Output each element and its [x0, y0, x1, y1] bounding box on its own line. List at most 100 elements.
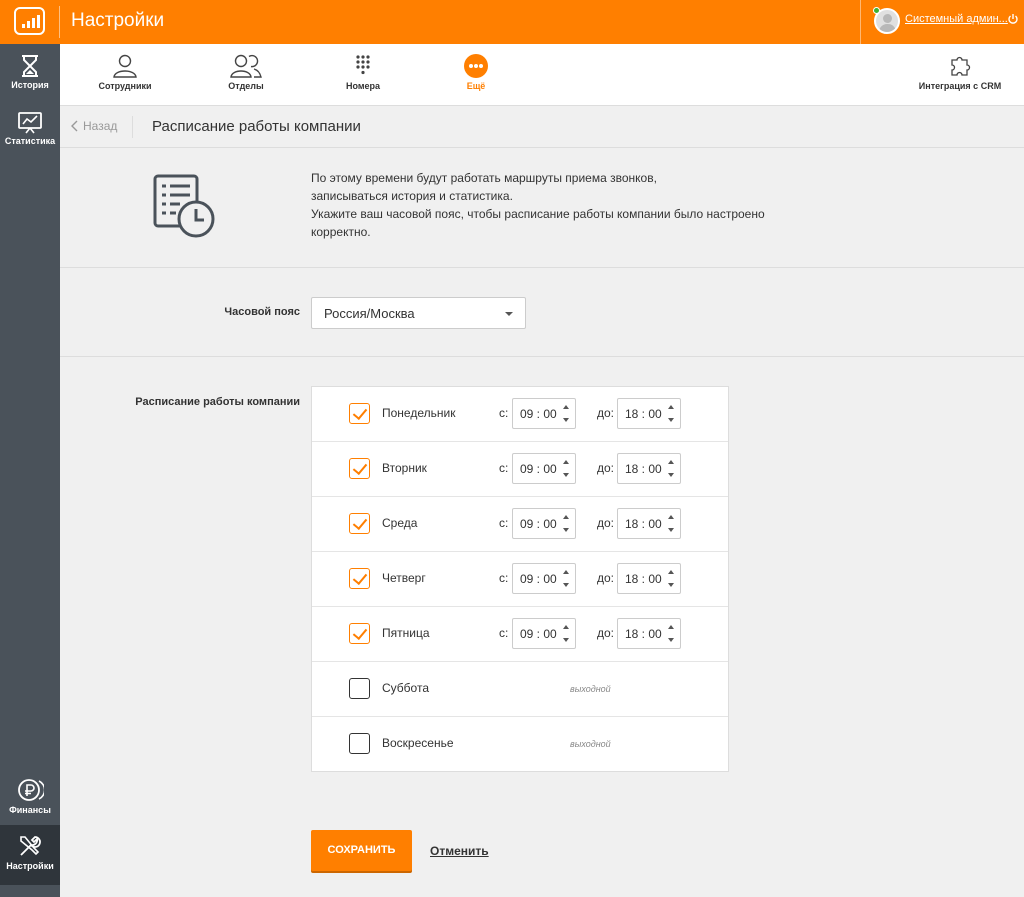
- tab-crm-integration[interactable]: Интеграция с CRM: [910, 44, 1010, 106]
- sidebar-item-statistics[interactable]: Статистика: [0, 102, 60, 158]
- increment-icon[interactable]: [668, 570, 674, 574]
- online-status-icon: [873, 7, 880, 14]
- intro-line: Укажите ваш часовой пояс, чтобы расписан…: [311, 207, 765, 221]
- decrement-icon[interactable]: [563, 473, 569, 477]
- decrement-icon[interactable]: [668, 638, 674, 642]
- from-label: с:: [499, 461, 509, 475]
- sidebar-item-label: История: [11, 80, 49, 90]
- tab-employees[interactable]: Сотрудники: [75, 44, 175, 106]
- day-row-tuesday: Вторник с: 09 : 00 до: 18 : 00: [312, 442, 728, 497]
- increment-icon[interactable]: [563, 405, 569, 409]
- user-menu[interactable]: Системный админ...: [860, 0, 1024, 44]
- schedule-label: Расписание работы компании: [135, 396, 300, 408]
- day-row-saturday: Суббота выходной: [312, 662, 728, 717]
- day-row-thursday: Четверг с: 09 : 00 до: 18 : 00: [312, 552, 728, 607]
- breadcrumb: Назад Расписание работы компании: [60, 106, 1024, 148]
- time-value: 09 : 00: [520, 627, 557, 641]
- time-from-input[interactable]: 09 : 00: [512, 398, 576, 429]
- puzzle-icon: [951, 56, 971, 76]
- day-off-label: выходной: [570, 684, 611, 694]
- hourglass-icon: [22, 55, 38, 77]
- time-value: 18 : 00: [625, 627, 662, 641]
- day-checkbox[interactable]: [349, 403, 370, 424]
- timezone-label: Часовой пояс: [224, 306, 300, 318]
- from-label: с:: [499, 626, 509, 640]
- decrement-icon[interactable]: [668, 528, 674, 532]
- increment-icon[interactable]: [668, 625, 674, 629]
- day-row-sunday: Воскресенье выходной: [312, 717, 728, 772]
- presentation-chart-icon: [18, 112, 42, 134]
- cancel-link[interactable]: Отменить: [430, 844, 489, 858]
- day-name: Четверг: [382, 571, 426, 585]
- app-logo-icon[interactable]: [14, 7, 45, 35]
- decrement-icon[interactable]: [563, 638, 569, 642]
- time-to-input[interactable]: 18 : 00: [617, 453, 681, 484]
- divider: [132, 116, 133, 138]
- time-from-input[interactable]: 09 : 00: [512, 453, 576, 484]
- increment-icon[interactable]: [563, 570, 569, 574]
- intro-line: корректно.: [311, 225, 371, 239]
- sidebar-item-settings[interactable]: Настройки: [0, 825, 60, 885]
- sidebar-item-finance[interactable]: Финансы: [0, 769, 60, 825]
- time-value: 18 : 00: [625, 407, 662, 421]
- power-icon[interactable]: [1007, 13, 1019, 25]
- timezone-select[interactable]: Россия/Москва: [311, 297, 526, 329]
- day-row-monday: Понедельник с: 09 : 00 до: 18 : 00: [312, 387, 728, 442]
- decrement-icon[interactable]: [668, 473, 674, 477]
- tab-label: Ещё: [466, 81, 486, 91]
- time-value: 18 : 00: [625, 572, 662, 586]
- time-from-input[interactable]: 09 : 00: [512, 563, 576, 594]
- save-button[interactable]: СОХРАНИТЬ: [311, 830, 412, 871]
- increment-icon[interactable]: [668, 405, 674, 409]
- day-checkbox[interactable]: [349, 623, 370, 644]
- keypad-icon: [356, 55, 370, 75]
- time-value: 18 : 00: [625, 517, 662, 531]
- time-to-input[interactable]: 18 : 00: [617, 618, 681, 649]
- increment-icon[interactable]: [668, 460, 674, 464]
- from-label: с:: [499, 571, 509, 585]
- day-checkbox[interactable]: [349, 513, 370, 534]
- time-from-input[interactable]: 09 : 00: [512, 618, 576, 649]
- sidebar-item-history[interactable]: История: [0, 46, 60, 102]
- day-name: Воскресенье: [382, 736, 454, 750]
- back-link[interactable]: Назад: [70, 119, 117, 133]
- time-to-input[interactable]: 18 : 00: [617, 508, 681, 539]
- day-checkbox[interactable]: [349, 568, 370, 589]
- to-label: до:: [597, 571, 615, 585]
- day-name: Вторник: [382, 461, 427, 475]
- intro-line: По этому времени будут работать маршруты…: [311, 171, 657, 185]
- increment-icon[interactable]: [563, 515, 569, 519]
- increment-icon[interactable]: [668, 515, 674, 519]
- decrement-icon[interactable]: [563, 528, 569, 532]
- tab-more[interactable]: Ещё: [426, 44, 526, 106]
- decrement-icon[interactable]: [668, 418, 674, 422]
- day-checkbox[interactable]: [349, 678, 370, 699]
- time-to-input[interactable]: 18 : 00: [617, 563, 681, 594]
- users-icon: [230, 54, 262, 78]
- top-bar: Настройки Системный админ...: [0, 0, 1024, 44]
- ruble-coins-icon: [18, 779, 44, 801]
- divider: [60, 267, 1024, 268]
- tab-label: Отделы: [228, 81, 264, 91]
- more-icon: [464, 54, 488, 78]
- time-to-input[interactable]: 18 : 00: [617, 398, 681, 429]
- day-checkbox[interactable]: [349, 458, 370, 479]
- day-checkbox[interactable]: [349, 733, 370, 754]
- caret-down-icon: [505, 312, 513, 316]
- tab-departments[interactable]: Отделы: [196, 44, 296, 106]
- user-name-link[interactable]: Системный админ...: [905, 13, 1008, 25]
- intro-line: записываться история и статистика.: [311, 189, 513, 203]
- divider: [59, 6, 60, 38]
- chevron-left-icon: [71, 120, 78, 132]
- time-from-input[interactable]: 09 : 00: [512, 508, 576, 539]
- to-label: до:: [597, 626, 615, 640]
- decrement-icon[interactable]: [563, 583, 569, 587]
- page-title: Настройки: [71, 10, 165, 31]
- time-value: 09 : 00: [520, 572, 557, 586]
- increment-icon[interactable]: [563, 460, 569, 464]
- tab-numbers[interactable]: Номера: [313, 44, 413, 106]
- time-value: 09 : 00: [520, 462, 557, 476]
- decrement-icon[interactable]: [563, 418, 569, 422]
- decrement-icon[interactable]: [668, 583, 674, 587]
- increment-icon[interactable]: [563, 625, 569, 629]
